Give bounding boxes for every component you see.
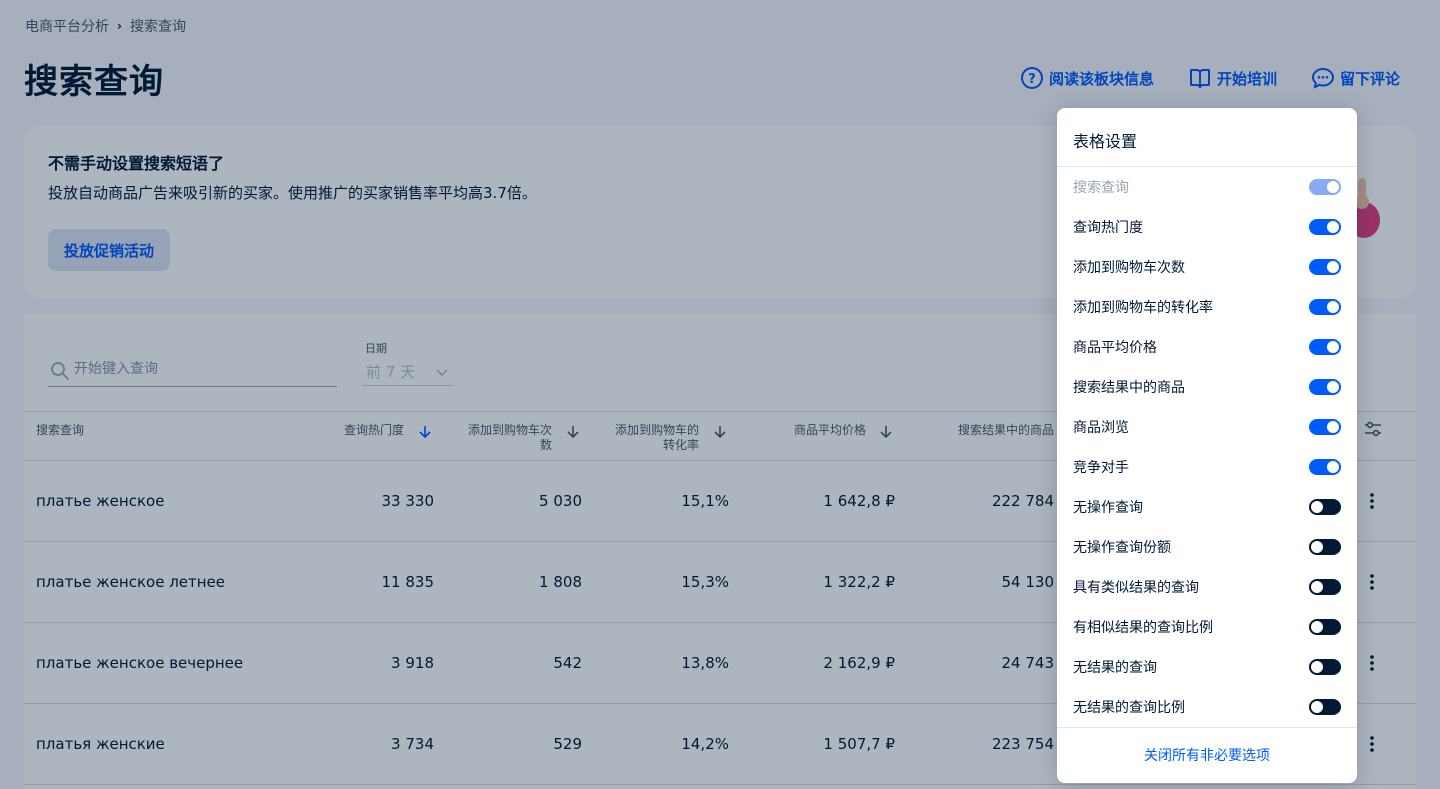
option-label: 竞争对手 <box>1073 460 1129 476</box>
option-label: 商品平均价格 <box>1073 340 1157 356</box>
settings-option: 无结果的查询比例 <box>1073 687 1341 727</box>
toggle-knob <box>1311 581 1323 593</box>
option-label: 无结果的查询 <box>1073 660 1157 676</box>
divider <box>1057 727 1357 728</box>
toggle-knob <box>1311 501 1323 513</box>
toggle-switch[interactable] <box>1309 619 1341 635</box>
toggle-knob <box>1311 541 1323 553</box>
toggle-switch[interactable] <box>1309 579 1341 595</box>
option-label: 搜索结果中的商品 <box>1073 380 1185 396</box>
option-label: 无操作查询 <box>1073 500 1143 516</box>
settings-option: 查询热门度 <box>1073 207 1341 247</box>
settings-option: 无结果的查询 <box>1073 647 1341 687</box>
disable-optional-columns-button[interactable]: 关闭所有非必要选项 <box>1057 745 1357 765</box>
toggle-knob <box>1311 661 1323 673</box>
toggle-switch[interactable] <box>1309 699 1341 715</box>
option-label: 无结果的查询比例 <box>1073 700 1185 716</box>
settings-option: 搜索查询 <box>1073 167 1341 207</box>
toggle-switch[interactable] <box>1309 299 1341 315</box>
toggle-knob <box>1327 301 1339 313</box>
toggle-knob <box>1327 421 1339 433</box>
settings-option: 具有类似结果的查询 <box>1073 567 1341 607</box>
option-label: 搜索查询 <box>1073 180 1129 196</box>
settings-option: 搜索结果中的商品 <box>1073 367 1341 407</box>
toggle-knob <box>1327 461 1339 473</box>
option-label: 添加到购物车次数 <box>1073 260 1185 276</box>
toggle-knob <box>1327 381 1339 393</box>
toggle-switch[interactable] <box>1309 419 1341 435</box>
settings-option: 添加到购物车的转化率 <box>1073 287 1341 327</box>
toggle-knob <box>1327 341 1339 353</box>
option-label: 有相似结果的查询比例 <box>1073 620 1213 636</box>
option-label: 商品浏览 <box>1073 420 1129 436</box>
settings-option: 无操作查询份额 <box>1073 527 1341 567</box>
toggle-knob <box>1327 181 1339 193</box>
settings-title: 表格设置 <box>1073 132 1138 151</box>
toggle-switch[interactable] <box>1309 339 1341 355</box>
table-settings-popover: 表格设置 搜索查询 查询热门度 添加到购物车次数 添加到购物车的转化率 商品平均… <box>1057 108 1357 783</box>
settings-option: 商品平均价格 <box>1073 327 1341 367</box>
toggle-switch <box>1309 179 1341 195</box>
toggle-knob <box>1327 261 1339 273</box>
toggle-knob <box>1311 621 1323 633</box>
toggle-knob <box>1311 701 1323 713</box>
option-label: 查询热门度 <box>1073 220 1143 236</box>
toggle-switch[interactable] <box>1309 459 1341 475</box>
settings-option: 有相似结果的查询比例 <box>1073 607 1341 647</box>
option-label: 添加到购物车的转化率 <box>1073 300 1213 316</box>
settings-option: 商品浏览 <box>1073 407 1341 447</box>
toggle-switch[interactable] <box>1309 219 1341 235</box>
settings-option: 无操作查询 <box>1073 487 1341 527</box>
toggle-knob <box>1327 221 1339 233</box>
toggle-switch[interactable] <box>1309 659 1341 675</box>
toggle-switch[interactable] <box>1309 539 1341 555</box>
option-label: 具有类似结果的查询 <box>1073 580 1199 596</box>
settings-option: 竞争对手 <box>1073 447 1341 487</box>
toggle-switch[interactable] <box>1309 499 1341 515</box>
toggle-switch[interactable] <box>1309 259 1341 275</box>
settings-option: 添加到购物车次数 <box>1073 247 1341 287</box>
option-label: 无操作查询份额 <box>1073 540 1171 556</box>
toggle-switch[interactable] <box>1309 379 1341 395</box>
